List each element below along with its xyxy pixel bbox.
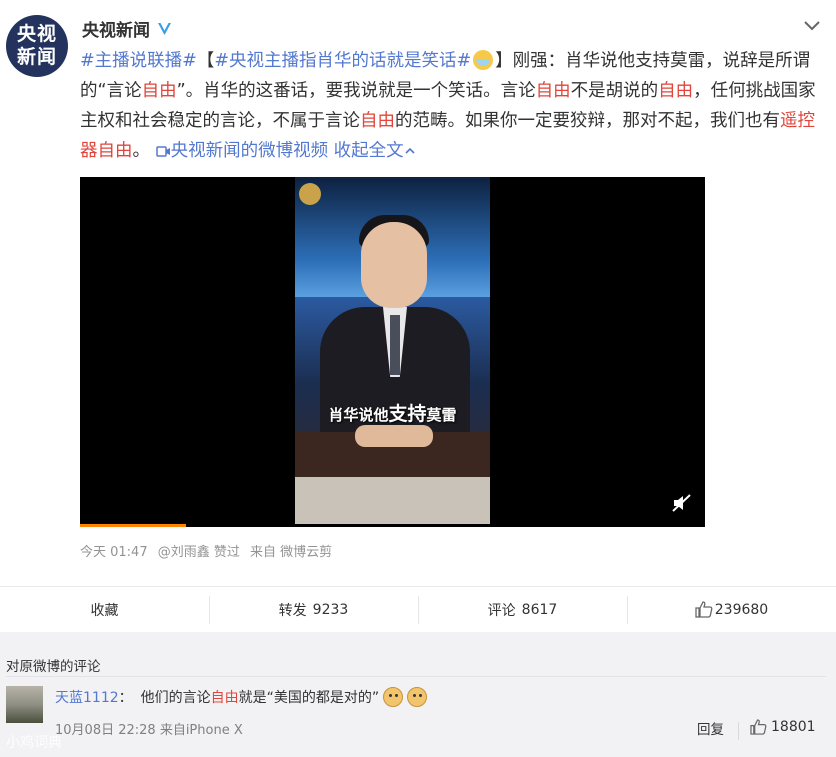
divider xyxy=(6,676,826,677)
anchor-head xyxy=(361,222,427,308)
thumbs-up-icon xyxy=(695,601,713,618)
video-subtitle: 肖华说他支持莫雷 xyxy=(295,399,490,426)
author-avatar[interactable]: 央视新闻 xyxy=(6,15,68,77)
video-progress-bar[interactable] xyxy=(80,524,186,527)
post-text: #主播说联播#【#央视主播指肖华的话就是笑话# 】刚强：肖华说他支持莫雷，说辞是所… xyxy=(80,46,820,166)
bracket-open: 【 xyxy=(196,51,215,71)
collapse-link[interactable]: 收起全文 xyxy=(334,141,416,161)
comment-body: 天蓝1112 ： 他们的言论自由就是“美国的都是对的” xyxy=(55,687,428,707)
video-link[interactable]: 央视新闻的微博视频 xyxy=(155,141,334,161)
repost-label: 转发 xyxy=(278,602,307,619)
verified-badge-icon xyxy=(156,20,173,37)
post-time[interactable]: 今天 01:47 xyxy=(80,545,148,560)
comment-segment: 就是“美国的都是对的” xyxy=(238,690,380,706)
doge-emoji-icon xyxy=(407,687,428,707)
comment-like-button[interactable]: 18801 xyxy=(750,719,816,735)
comment-colon: ： xyxy=(118,690,133,706)
anchor-tie xyxy=(390,315,400,375)
video-player[interactable]: 肖华说他支持莫雷 xyxy=(80,177,705,527)
weibo-post: 央视新闻 央视新闻 #主播说联播#【#央视主播指肖华的话就是笑话# 】刚强：肖华说… xyxy=(0,0,836,586)
reply-button[interactable]: 回复 xyxy=(697,718,724,738)
action-bar: 收藏 转发 9233 评论 8617 239680 xyxy=(0,586,836,632)
commenter-avatar[interactable] xyxy=(6,686,43,723)
comments-section: 对原微博的评论 天蓝1112 ： 他们的言论自由就是“美国的都是对的” 10月0… xyxy=(0,632,836,757)
comment-label: 评论 xyxy=(487,602,516,619)
comments-header: 对原微博的评论 xyxy=(6,659,101,675)
video-frame: 肖华说他支持莫雷 xyxy=(295,177,490,524)
chevron-down-icon[interactable] xyxy=(802,18,822,32)
divider xyxy=(738,722,739,740)
comment-text: 他们的言论自由就是“美国的都是对的” xyxy=(141,687,380,707)
favorite-label: 收藏 xyxy=(90,602,119,619)
favorite-button[interactable]: 收藏 xyxy=(0,587,209,632)
thumbs-up-icon xyxy=(750,719,767,735)
repost-button[interactable]: 转发 9233 xyxy=(209,587,418,632)
comment-segment: 他们的言论 xyxy=(140,690,211,706)
highlight-keyword: 自由 xyxy=(658,81,694,101)
post-meta: 今天 01:47 @刘雨鑫 赞过 来自 微博云剪 xyxy=(80,541,338,560)
comment-like-count: 18801 xyxy=(771,719,816,735)
comment-count: 8617 xyxy=(521,601,558,618)
text-segment: 不是胡说的 xyxy=(570,81,659,101)
chevron-up-icon xyxy=(405,147,415,154)
comment-meta: 10月08日 22:28 来自iPhone X xyxy=(55,723,243,738)
smile-emoji-icon xyxy=(473,50,494,70)
author-name[interactable]: 央视新闻 xyxy=(82,16,150,41)
liked-by[interactable]: @刘雨鑫 赞过 xyxy=(158,545,240,560)
highlight-keyword: 自由 xyxy=(141,81,177,101)
like-button[interactable]: 239680 xyxy=(627,587,836,632)
collapse-label: 收起全文 xyxy=(333,141,404,161)
text-segment: 。 xyxy=(132,141,151,161)
highlight-keyword: 自由 xyxy=(360,111,395,131)
desk-surface xyxy=(295,477,490,524)
watermark: 小鸡词典 xyxy=(6,735,62,751)
mute-icon[interactable] xyxy=(671,493,693,513)
highlight-keyword: 自由 xyxy=(210,690,239,706)
text-segment: ”。肖华的这番话，要我说就是一个笑话。言论 xyxy=(176,81,536,101)
comment-button[interactable]: 评论 8617 xyxy=(418,587,627,632)
anchor-hands xyxy=(355,425,433,447)
video-icon xyxy=(155,145,170,157)
text-segment: 的范畴。如果你一定要狡辩，那对不起，我们也有 xyxy=(395,111,780,131)
post-source: 来自 微博云剪 xyxy=(250,545,333,560)
channel-logo-icon xyxy=(299,183,321,205)
like-count: 239680 xyxy=(714,601,769,618)
author-header: 央视新闻 xyxy=(82,16,173,41)
subtitle-part: 肖华说他 xyxy=(328,406,389,424)
doge-emoji-icon xyxy=(383,687,404,707)
repost-count: 9233 xyxy=(312,601,349,618)
commenter-name[interactable]: 天蓝1112 xyxy=(55,687,119,707)
topic-link[interactable]: #央视主播指肖华的话就是笑话# xyxy=(214,51,471,71)
topic-link[interactable]: #主播说联播# xyxy=(80,51,197,71)
highlight-keyword: 自由 xyxy=(535,81,571,101)
video-link-label: 央视新闻的微博视频 xyxy=(170,141,329,161)
subtitle-part: 莫雷 xyxy=(426,406,457,424)
author-avatar-text: 央视新闻 xyxy=(16,23,57,68)
subtitle-emphasis: 支持 xyxy=(388,403,427,425)
